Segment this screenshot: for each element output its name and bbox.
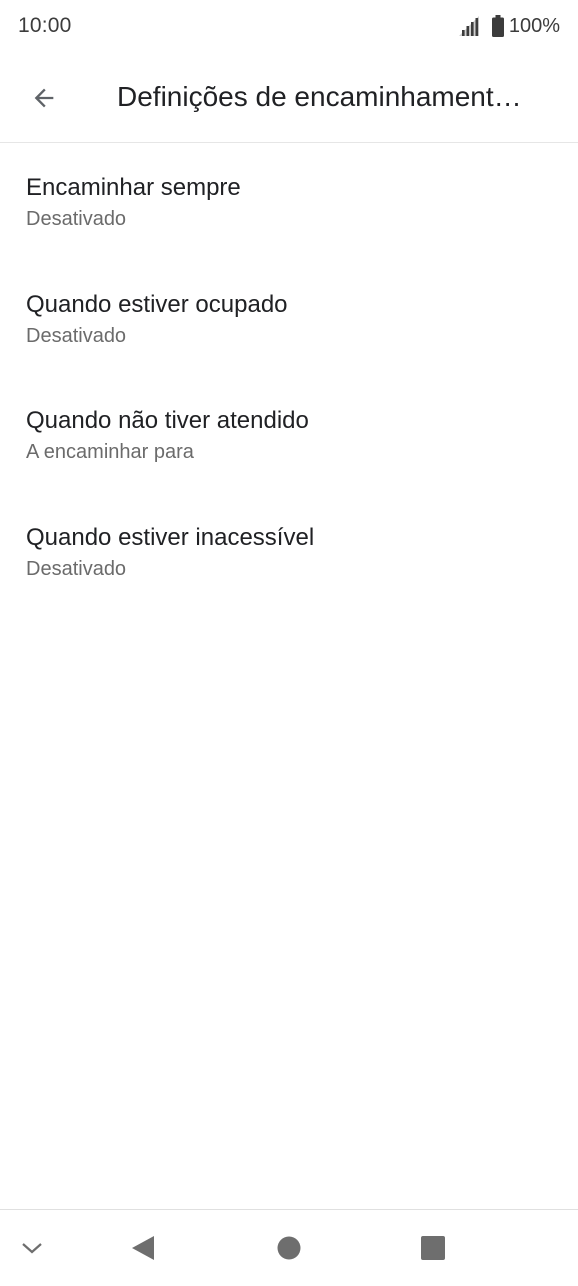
nav-home-button[interactable] [257,1210,321,1286]
page-title: Definições de encaminhamento de chamadas [117,81,537,112]
arrow-back-icon [34,88,54,108]
status-time: 10:00 [18,14,72,37]
item-title: Encaminhar sempre [26,174,241,201]
list-item-when-unreachable[interactable]: Quando estiver inacessível Desativado [0,493,578,610]
list-item-when-busy[interactable]: Quando estiver ocupado Desativado [0,260,578,377]
item-title: Quando estiver ocupado [26,290,288,318]
back-triangle-icon [132,1236,154,1260]
list-item-when-unanswered[interactable]: Quando não tiver atendido A encaminhar p… [0,376,578,493]
nav-recents-button[interactable] [401,1210,465,1286]
battery-percent: 100% [508,14,560,37]
list-item-always-forward[interactable]: Encaminhar sempre Desativado [0,143,578,260]
app-bar: Definições de encaminhamento de chamadas [0,54,578,143]
item-summary: A encaminhar para [26,441,194,463]
status-bar: 10:00 100% [0,0,578,54]
navigation-bar [0,1209,578,1286]
item-title: Quando não tiver atendido [26,407,309,434]
signal-icon [458,16,479,36]
item-title: Quando estiver inacessível [26,523,315,551]
item-summary: Desativado [26,557,127,580]
recents-square-icon [421,1236,445,1260]
home-circle-icon [277,1236,301,1260]
nav-back-button[interactable] [111,1210,175,1286]
back-button[interactable] [20,74,68,122]
item-summary: Desativado [26,208,127,230]
forwarding-settings-list: Encaminhar sempre Desativado Quando esti… [0,143,578,609]
chevron-down-icon [22,1243,42,1254]
collapse-nav-button[interactable] [0,1210,64,1286]
status-indicators: 100% [458,12,560,40]
item-summary: Desativado [26,324,127,347]
battery-icon [491,15,504,37]
